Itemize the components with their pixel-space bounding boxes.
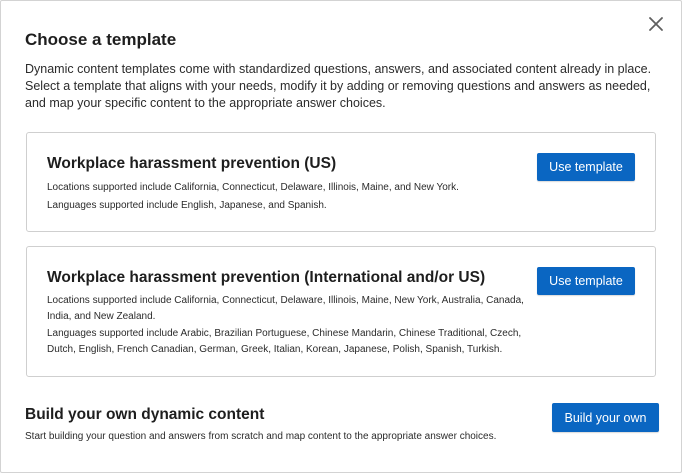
dialog-intro-text: Dynamic content templates come with stan…	[25, 62, 652, 110]
template-title: Workplace harassment prevention (US)	[47, 155, 337, 172]
build-own-description: Start building your question and answers…	[25, 431, 497, 442]
use-template-button[interactable]: Use template	[537, 153, 635, 181]
use-template-button[interactable]: Use template	[537, 267, 635, 295]
template-title: Workplace harassment prevention (Interna…	[47, 269, 486, 286]
choose-template-dialog: Choose a template Dynamic content templa…	[0, 0, 682, 473]
template-locations: Locations supported include California, …	[47, 295, 524, 322]
template-languages: Languages supported include English, Jap…	[47, 200, 327, 211]
build-your-own-button[interactable]: Build your own	[552, 403, 659, 432]
close-icon[interactable]	[647, 15, 665, 33]
template-card-international: Workplace harassment prevention (Interna…	[26, 246, 656, 377]
build-own-title: Build your own dynamic content	[25, 406, 265, 423]
template-card-us: Workplace harassment prevention (US) Loc…	[26, 132, 656, 232]
template-languages: Languages supported include Arabic, Braz…	[47, 328, 522, 355]
dialog-title: Choose a template	[25, 30, 177, 49]
template-locations: Locations supported include California, …	[47, 182, 459, 193]
